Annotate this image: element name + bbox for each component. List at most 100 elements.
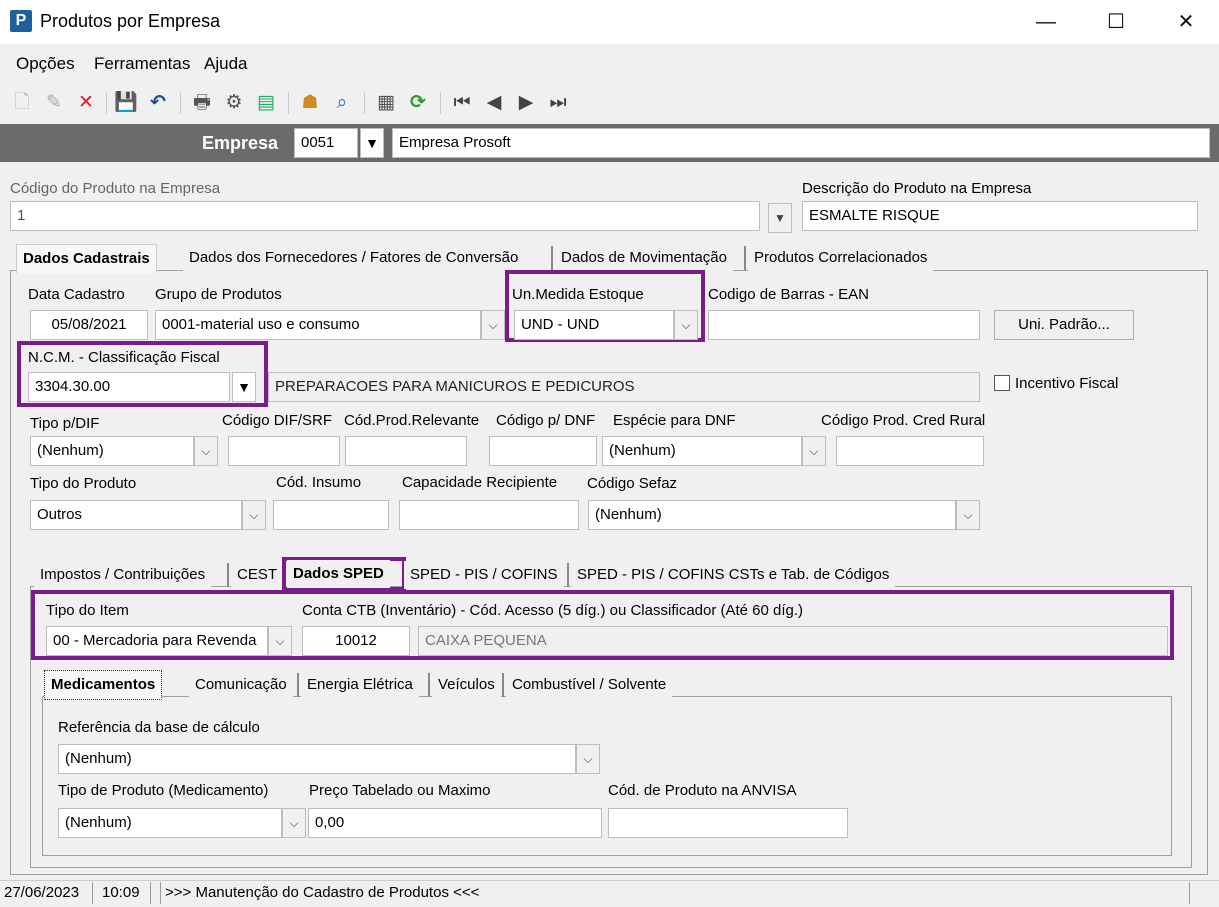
tipo-medicamento-select[interactable]: (Nenhum) — [58, 808, 282, 838]
cod-cred-rural-label: Código Prod. Cred Rural — [821, 412, 986, 429]
tipo-dif-dropdown-icon[interactable]: ⌵ — [194, 436, 218, 466]
product-desc-input[interactable]: ESMALTE RISQUE — [802, 201, 1198, 231]
close-window-button[interactable]: ✕ — [1166, 8, 1206, 36]
toolbar — [0, 84, 1219, 124]
subsubtab-veiculos[interactable]: Veículos — [432, 671, 501, 699]
minimize-button[interactable]: — — [1026, 8, 1066, 36]
print-setup-icon[interactable]: ⚙ — [222, 91, 246, 115]
cod-sefaz-dropdown-icon[interactable]: ⌵ — [956, 500, 980, 530]
tab-separator — [502, 673, 504, 697]
empresa-dropdown-button[interactable]: ▼ — [360, 128, 384, 158]
tipo-dif-select[interactable]: (Nenhum) — [30, 436, 194, 466]
product-code-input[interactable]: 1 — [10, 201, 760, 231]
subsubtab-combustivel[interactable]: Combustível / Solvente — [506, 671, 673, 699]
incentivo-fiscal-checkbox[interactable] — [994, 375, 1010, 391]
referencia-base-label: Referência da base de cálculo — [58, 719, 260, 736]
ean-input[interactable] — [708, 310, 980, 340]
especie-dnf-label: Espécie para DNF — [613, 412, 736, 429]
menu-opcoes[interactable]: Opções — [16, 54, 75, 74]
product-code-label: Código do Produto na Empresa — [10, 180, 221, 197]
last-record-icon[interactable]: ⏭ — [546, 91, 570, 115]
tab-dados-fornecedores[interactable]: Dados dos Fornecedores / Fatores de Conv… — [183, 244, 525, 272]
data-cadastro-input[interactable]: 05/08/2021 — [30, 310, 148, 340]
edit-icon[interactable]: ✎ — [42, 91, 66, 115]
subsubtab-comunicacao[interactable]: Comunicação — [189, 671, 293, 699]
cod-prod-relevante-input[interactable] — [345, 436, 467, 466]
referencia-base-dropdown-icon[interactable]: ⌵ — [576, 744, 600, 774]
uni-padrao-button[interactable]: Uni. Padrão... — [994, 310, 1134, 340]
anvisa-input[interactable] — [608, 808, 848, 838]
tab-separator — [567, 563, 569, 587]
toolbar-separator — [180, 92, 181, 114]
subsubtab-energia-eletrica[interactable]: Energia Elétrica — [301, 671, 419, 699]
cod-insumo-input[interactable] — [273, 500, 389, 530]
referencia-base-select[interactable]: (Nenhum) — [58, 744, 576, 774]
conta-ctb-code-input[interactable]: 10012 — [302, 626, 410, 656]
tipo-medicamento-dropdown-icon[interactable]: ⌵ — [282, 808, 306, 838]
capacidade-recipiente-input[interactable] — [399, 500, 579, 530]
status-time: 10:09 — [98, 882, 151, 904]
binoculars-icon[interactable]: ☗ — [298, 91, 322, 115]
cod-sefaz-label: Código Sefaz — [587, 475, 678, 492]
cod-cred-rural-input[interactable] — [836, 436, 984, 466]
report-icon[interactable]: ▤ — [254, 91, 278, 115]
incentivo-fiscal-label: Incentivo Fiscal — [1015, 375, 1119, 392]
previous-record-icon[interactable]: ◀ — [482, 91, 506, 115]
especie-dnf-dropdown-icon[interactable]: ⌵ — [802, 436, 826, 466]
save-icon[interactable]: 💾 — [114, 91, 138, 115]
unmed-select[interactable]: UND - UND — [514, 310, 674, 340]
tipo-item-dropdown-icon[interactable]: ⌵ — [268, 626, 292, 656]
app-logo-icon: P — [10, 10, 32, 32]
window-title: Produtos por Empresa — [40, 11, 221, 31]
tab-separator — [428, 673, 430, 697]
maximize-button[interactable]: ☐ — [1096, 8, 1136, 36]
subtab-impostos[interactable]: Impostos / Contribuições — [34, 561, 212, 589]
subtab-sped-pis-cofins-csts[interactable]: SPED - PIS / COFINS CSTs e Tab. de Códig… — [571, 561, 896, 589]
tab-produtos-correlacionados[interactable]: Produtos Correlacionados — [748, 244, 934, 272]
cod-sefaz-select[interactable]: (Nenhum) — [588, 500, 956, 530]
unmed-dropdown-icon[interactable]: ⌵ — [674, 310, 698, 340]
tab-separator — [227, 563, 229, 587]
print-icon[interactable]: 🖶 — [190, 91, 214, 115]
cod-dnf-input[interactable] — [489, 436, 597, 466]
tipo-item-select[interactable]: 00 - Mercadoria para Revenda — [46, 626, 268, 656]
toolbar-separator — [364, 92, 365, 114]
preco-tabelado-input[interactable]: 0,00 — [308, 808, 602, 838]
subsubtab-medicamentos[interactable]: Medicamentos — [44, 670, 163, 700]
properties-icon[interactable]: ▦ — [374, 91, 398, 115]
cod-insumo-label: Cód. Insumo — [276, 474, 362, 491]
undo-icon[interactable]: ↶ — [146, 91, 170, 115]
subtab-cest[interactable]: CEST — [231, 561, 284, 589]
tipo-medicamento-label: Tipo de Produto (Medicamento) — [58, 782, 269, 799]
delete-icon[interactable]: ✕ — [74, 91, 98, 115]
empresa-name-field: Empresa Prosoft — [392, 128, 1210, 158]
cod-dif-input[interactable] — [228, 436, 340, 466]
menu-ajuda[interactable]: Ajuda — [204, 54, 247, 74]
unmed-label: Un.Medida Estoque — [512, 286, 644, 303]
empresa-code-input[interactable]: 0051 — [294, 128, 358, 158]
next-record-icon[interactable]: ▶ — [514, 91, 538, 115]
tab-dados-movimentacao[interactable]: Dados de Movimentação — [555, 244, 733, 272]
search-icon[interactable]: ⌕ — [330, 91, 354, 115]
new-document-icon[interactable]: 🗋 — [10, 91, 34, 115]
especie-dnf-select[interactable]: (Nenhum) — [602, 436, 802, 466]
conta-ctb-label: Conta CTB (Inventário) - Cód. Acesso (5 … — [302, 602, 804, 619]
ncm-dropdown-button[interactable]: ▼ — [232, 372, 256, 402]
product-code-dropdown[interactable]: ▼ — [768, 203, 792, 233]
tipo-produto-select[interactable]: Outros — [30, 500, 242, 530]
ncm-input[interactable]: 3304.30.00 — [28, 372, 230, 402]
tab-dados-cadastrais[interactable]: Dados Cadastrais — [16, 244, 157, 273]
subtab-sped-pis-cofins[interactable]: SPED - PIS / COFINS — [404, 561, 564, 589]
menu-ferramentas[interactable]: Ferramentas — [94, 54, 190, 74]
cod-prod-relevante-label: Cód.Prod.Relevante — [344, 412, 480, 429]
tipo-item-label: Tipo do Item — [46, 602, 129, 619]
tab-separator — [744, 246, 746, 270]
refresh-icon[interactable]: ⟳ — [406, 91, 430, 115]
cod-dnf-label: Código p/ DNF — [496, 412, 596, 429]
tipo-produto-dropdown-icon[interactable]: ⌵ — [242, 500, 266, 530]
subtab-dados-sped[interactable]: Dados SPED — [287, 560, 390, 588]
grupo-produtos-select[interactable]: 0001-material uso e consumo — [155, 310, 481, 340]
grupo-dropdown-icon[interactable]: ⌵ — [481, 310, 505, 340]
product-desc-label: Descrição do Produto na Empresa — [802, 180, 1032, 197]
first-record-icon[interactable]: ⏮ — [450, 91, 474, 115]
